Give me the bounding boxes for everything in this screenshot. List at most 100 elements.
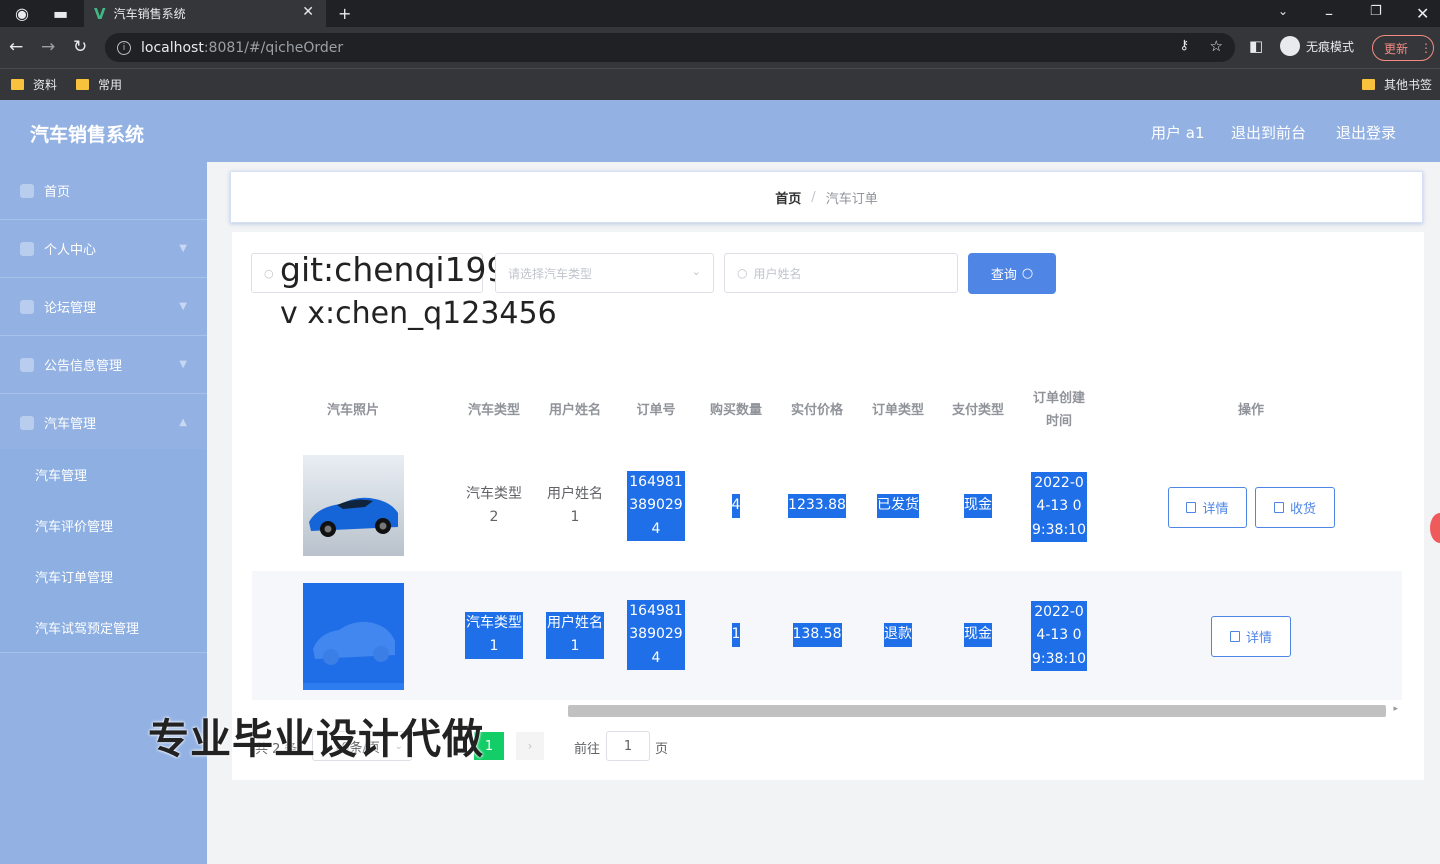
username-input[interactable]: ○ 用户姓名 — [724, 253, 958, 293]
other-bookmarks[interactable]: 其他书签 — [1362, 76, 1432, 93]
browser-tab[interactable]: V 汽车销售系统 ✕ — [84, 0, 326, 27]
url-host: localhost — [141, 39, 204, 56]
cell-text: 138.58 — [792, 623, 842, 647]
breadcrumb-home[interactable]: 首页 — [775, 188, 801, 207]
url-field[interactable]: i localhost:8081/#/qicheOrder ⚷ ☆ — [105, 33, 1235, 62]
logout-link[interactable]: 退出登录 — [1336, 122, 1396, 143]
sidebar-item-label: 首页 — [44, 185, 71, 200]
cell-text: 退款 — [884, 623, 912, 647]
col-header: 订单创建时间 — [1032, 391, 1085, 429]
close-tab-icon[interactable]: ✕ — [302, 4, 314, 20]
back-icon[interactable]: ← — [9, 37, 23, 57]
receive-button[interactable]: 收货 — [1255, 487, 1335, 528]
cell-text: 现金 — [964, 494, 992, 518]
username-placeholder: 用户姓名 — [753, 266, 802, 281]
cell-pay-type: 现金 — [938, 482, 1018, 530]
cell-order-no: 1649813890294 — [616, 470, 696, 542]
cell-text: 用户姓名1 — [547, 485, 603, 526]
goto-label: 前往 — [574, 742, 601, 757]
cell-text: 2022-04-13 09:38:10 — [1031, 600, 1087, 672]
cell-created: 2022-04-13 09:38:10 — [1029, 600, 1089, 672]
submenu-car-review[interactable]: 汽车评价管理 — [0, 500, 207, 551]
bookmark-folder-changyong[interactable]: 常用 — [76, 76, 122, 93]
sidebar-item-profile[interactable]: 个人中心 ▼ — [0, 220, 207, 278]
col-header: 购买数量 — [709, 402, 762, 418]
reload-icon[interactable]: ↻ — [73, 37, 87, 57]
submenu-car-order[interactable]: 汽车订单管理 — [0, 551, 207, 602]
car-type-select[interactable]: 请选择汽车类型 ⌄ — [495, 253, 714, 293]
browser-menu-icon[interactable]: ◉ — [15, 4, 29, 23]
cell-text: 1649813890294 — [627, 470, 685, 542]
cell-text: 已发货 — [877, 494, 919, 518]
other-bookmarks-label: 其他书签 — [1384, 78, 1433, 92]
minimize-icon[interactable]: – — [1325, 4, 1333, 23]
key-icon[interactable]: ⚷ — [1179, 38, 1189, 53]
sidebar-item-forum[interactable]: 论坛管理 ▼ — [0, 278, 207, 336]
user-icon — [20, 241, 34, 256]
site-info-icon[interactable]: i — [117, 40, 131, 55]
col-header: 操作 — [1237, 402, 1264, 418]
floating-widget[interactable] — [1430, 513, 1440, 543]
table-row: 汽车类型2 用户姓名1 1649813890294 4 1233.88 已发货 … — [252, 442, 1402, 571]
app-title: 汽车销售系统 — [30, 124, 145, 146]
update-label: 更新 — [1384, 41, 1409, 56]
car-photo[interactable] — [303, 583, 404, 690]
search-icon: ○ — [264, 266, 274, 280]
goto-page-input[interactable]: 1 — [606, 731, 650, 761]
scroll-right-icon[interactable]: ▸ — [1393, 704, 1398, 714]
breadcrumb: 首页 / 汽车订单 — [230, 171, 1423, 223]
update-button[interactable]: 更新 ⋮ — [1372, 35, 1434, 61]
sidebar-item-label: 个人中心 — [44, 243, 97, 258]
col-header: 实付价格 — [790, 402, 843, 418]
detail-button[interactable]: 详情 — [1211, 616, 1291, 657]
submenu-car-manage[interactable]: 汽车管理 — [0, 449, 207, 500]
query-button[interactable]: 查询 ○ — [968, 253, 1056, 294]
bookmark-folder-ziliao[interactable]: 资料 — [11, 76, 57, 93]
window-icon[interactable]: ▬ — [53, 4, 68, 23]
cell-text: 1 — [731, 623, 741, 647]
cell-text: 汽车类型1 — [465, 611, 523, 659]
detail-label: 详情 — [1202, 502, 1229, 517]
forward-icon[interactable]: → — [41, 37, 55, 57]
breadcrumb-current: 汽车订单 — [825, 191, 878, 207]
bookmark-star-icon[interactable]: ☆ — [1210, 37, 1223, 55]
chevron-down-icon: ▼ — [179, 359, 187, 370]
detail-label: 详情 — [1245, 631, 1272, 646]
overlay-banner: 专业毕业设计代做 — [148, 715, 484, 763]
detail-button[interactable]: 详情 — [1168, 487, 1247, 528]
cell-price: 138.58 — [777, 611, 857, 659]
sidebar-item-home[interactable]: 首页 — [0, 162, 207, 220]
cell-qty: 1 — [696, 611, 776, 659]
user-link[interactable]: 用户 a1 — [1151, 122, 1205, 143]
breadcrumb-separator: / — [811, 189, 816, 205]
cell-qty: 4 — [696, 482, 776, 530]
back-to-front-link[interactable]: 退出到前台 — [1231, 122, 1306, 143]
col-header: 订单类型 — [871, 402, 924, 418]
new-tab-icon[interactable]: + — [338, 4, 351, 23]
close-window-icon[interactable]: ✕ — [1416, 4, 1429, 23]
bookmark-label: 常用 — [98, 78, 123, 92]
document-icon — [1186, 502, 1197, 513]
submenu-test-drive[interactable]: 汽车试驾预定管理 — [0, 602, 207, 653]
scrollbar-thumb[interactable] — [568, 705, 1386, 717]
incognito-badge[interactable]: 无痕模式 — [1280, 36, 1354, 56]
car-photo[interactable] — [303, 455, 404, 556]
book-icon — [1273, 502, 1284, 513]
cell-text: 现金 — [964, 623, 992, 647]
cell-price: 1233.88 — [777, 482, 857, 530]
cell-text: 用户姓名1 — [546, 611, 604, 659]
col-header: 用户姓名 — [548, 402, 601, 418]
folder-icon — [11, 79, 24, 90]
tab-search-icon[interactable]: ⌄ — [1278, 4, 1288, 18]
sidebar-item-label: 汽车管理 — [44, 417, 97, 432]
sidebar-item-car[interactable]: 汽车管理 ▲ — [0, 394, 207, 452]
cell-text: 2022-04-13 09:38:10 — [1031, 471, 1087, 543]
sidebar-toggle-icon[interactable]: ◧ — [1249, 37, 1263, 55]
vue-logo-icon: V — [94, 4, 106, 23]
sidebar-item-notice[interactable]: 公告信息管理 ▼ — [0, 336, 207, 394]
chevron-down-icon: ▼ — [179, 243, 187, 254]
restore-icon[interactable]: ❐ — [1370, 4, 1382, 19]
cell-order-type: 退款 — [858, 611, 938, 659]
next-page-button[interactable]: › — [516, 732, 544, 760]
cell-created: 2022-04-13 09:38:10 — [1029, 471, 1089, 543]
